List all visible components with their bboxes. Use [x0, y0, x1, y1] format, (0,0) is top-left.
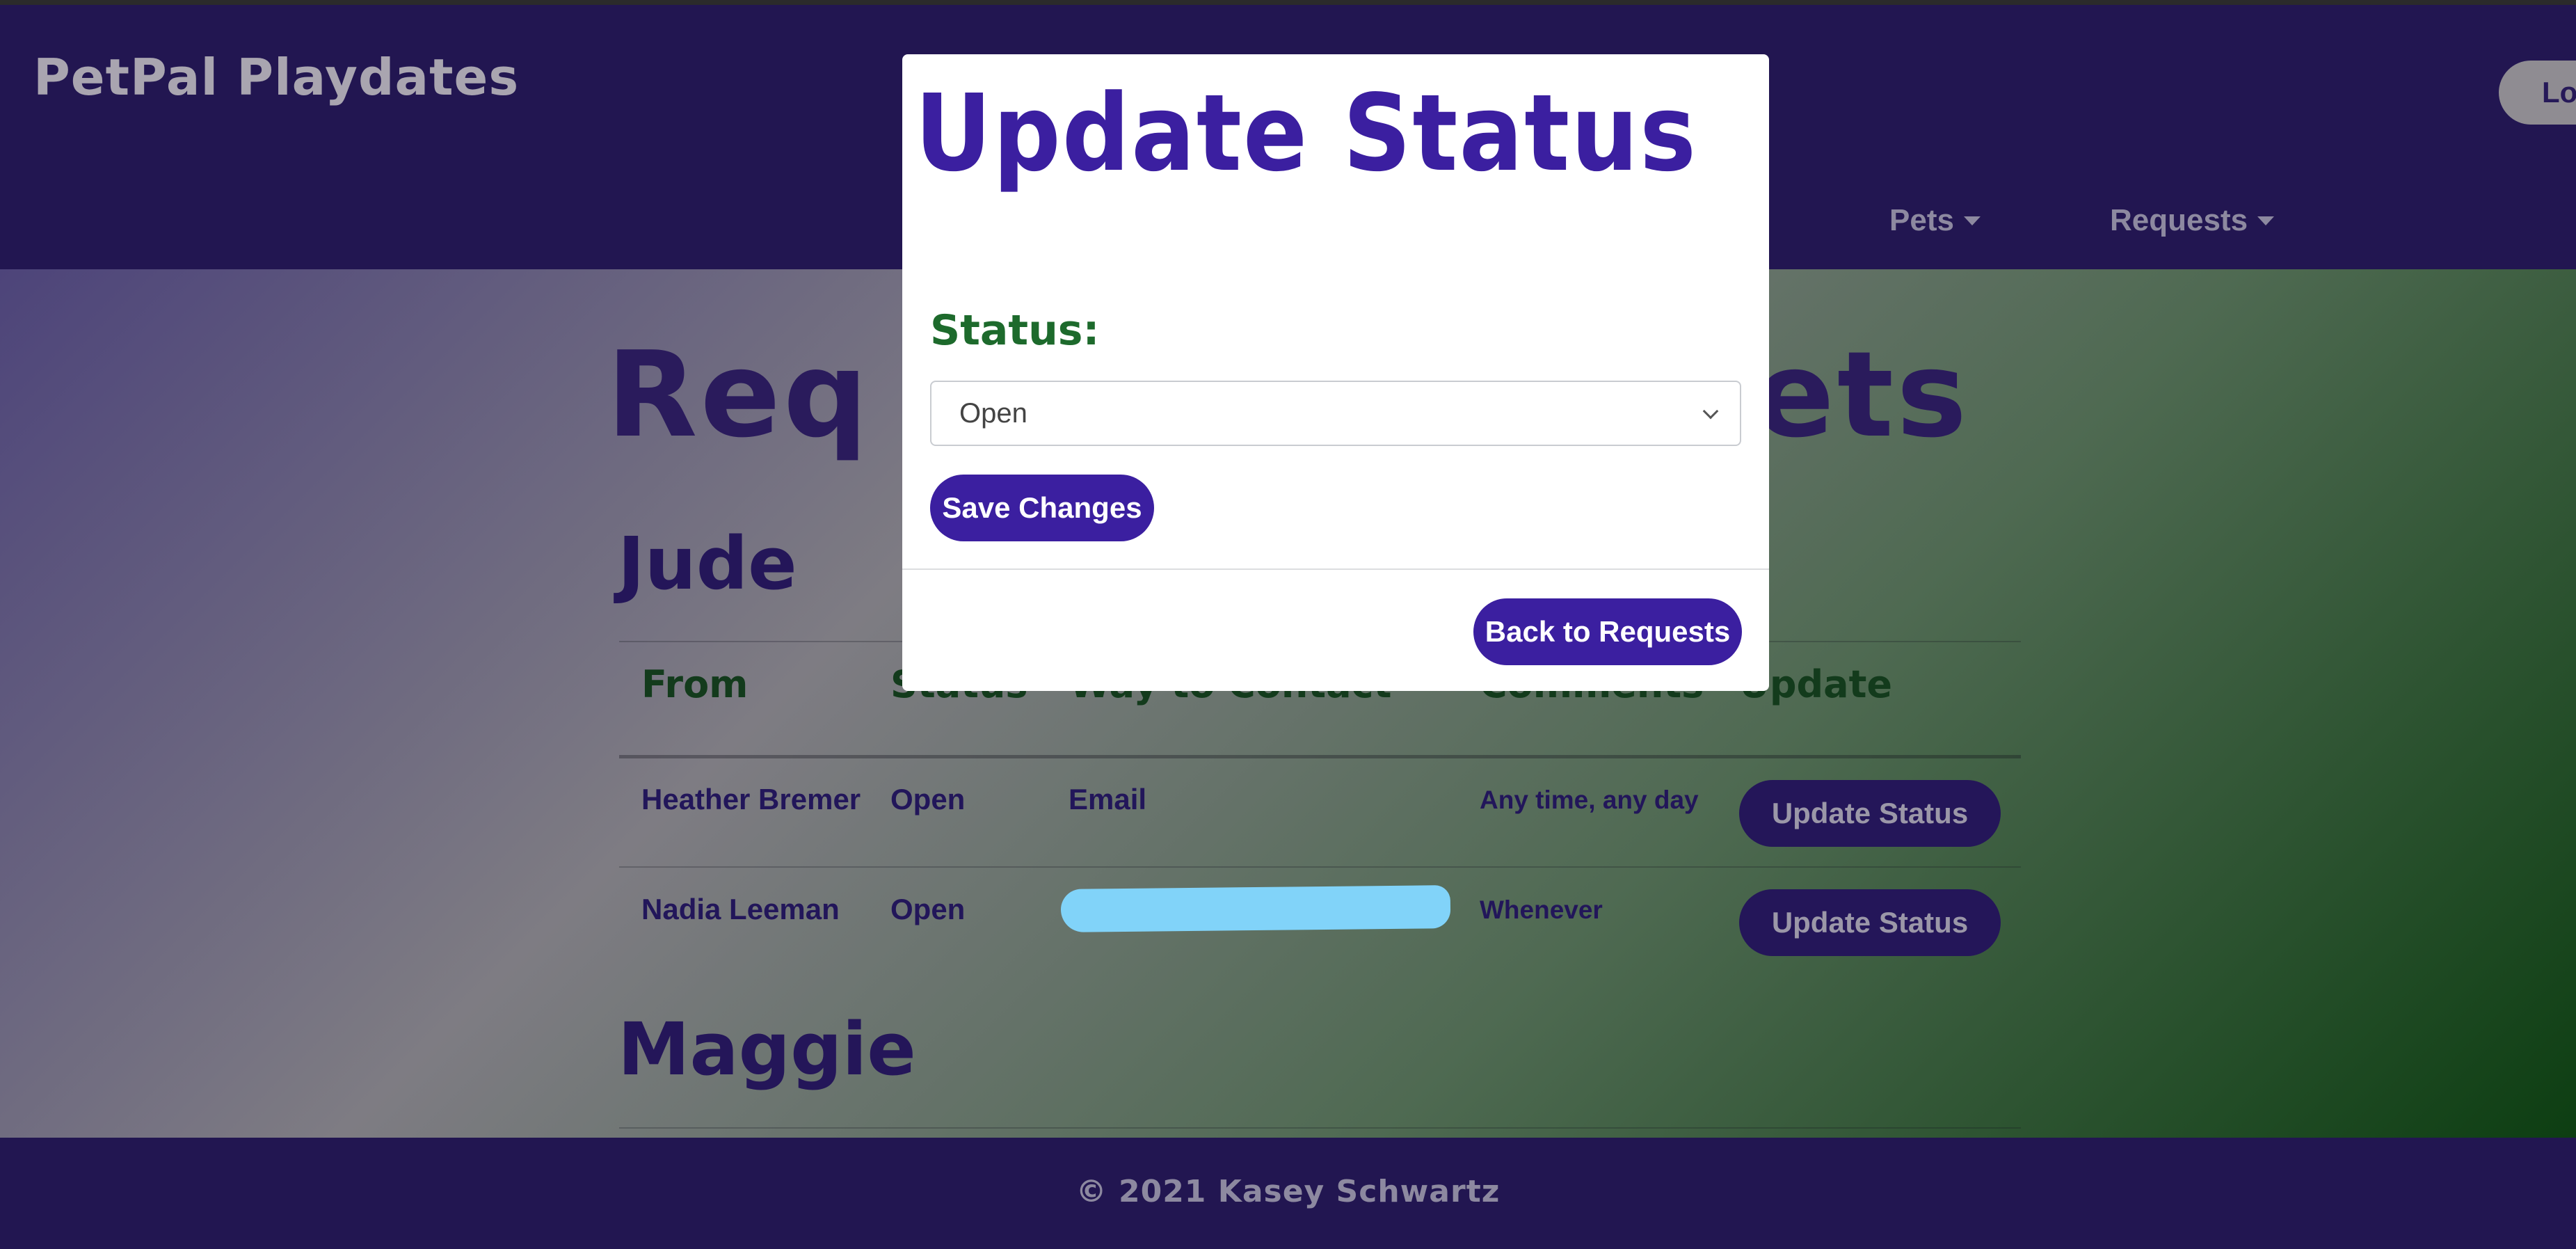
- cell-status: Open: [890, 893, 966, 925]
- status-select-value: Open: [959, 397, 1027, 429]
- update-status-button[interactable]: Update Status: [1739, 889, 2001, 956]
- row-divider: [619, 866, 2021, 868]
- table-header-divider: [619, 755, 2021, 758]
- status-select[interactable]: Open: [930, 381, 1741, 446]
- status-label: Status:: [930, 306, 1100, 355]
- update-status-modal: Update Status Status: Open Save Changes …: [902, 54, 1769, 691]
- nav-pets-dropdown[interactable]: Pets: [1889, 203, 1981, 238]
- table-top-divider: [619, 1127, 2021, 1129]
- nav-pets-label: Pets: [1889, 203, 1954, 237]
- cell-from: Nadia Leeman: [641, 893, 840, 925]
- pet-heading-jude: Jude: [618, 521, 797, 606]
- update-status-button[interactable]: Update Status: [1739, 780, 2001, 847]
- cell-comments: Whenever: [1480, 896, 1603, 924]
- column-header-from: From: [641, 662, 749, 706]
- caret-down-icon: [2257, 216, 2275, 225]
- nav-requests-dropdown[interactable]: Requests: [2110, 203, 2275, 238]
- save-changes-button[interactable]: Save Changes: [930, 475, 1154, 541]
- cell-from: Heather Bremer: [641, 783, 861, 816]
- cell-comments: Any time, any day: [1480, 786, 1699, 814]
- page-title-right: ets: [1754, 326, 1970, 464]
- footer: © 2021 Kasey Schwartz: [0, 1138, 2576, 1249]
- back-to-requests-button[interactable]: Back to Requests: [1473, 598, 1742, 665]
- brand-logo[interactable]: PetPal Playdates: [33, 48, 519, 106]
- pet-heading-maggie: Maggie: [618, 1007, 916, 1092]
- cell-status: Open: [890, 783, 966, 816]
- logout-button[interactable]: Logo: [2499, 61, 2576, 125]
- modal-footer-divider: [902, 568, 1769, 570]
- caret-down-icon: [1963, 216, 1981, 225]
- modal-title: Update Status: [915, 72, 1698, 196]
- chevron-down-icon: [1702, 403, 1719, 420]
- window-top-border: [0, 0, 2576, 5]
- page-title-left: Req: [606, 326, 871, 464]
- redaction-mark: [1060, 885, 1451, 932]
- footer-copyright: © 2021 Kasey Schwartz: [1075, 1174, 1501, 1209]
- cell-contact: Email: [1069, 783, 1147, 816]
- nav-requests-label: Requests: [2110, 203, 2248, 237]
